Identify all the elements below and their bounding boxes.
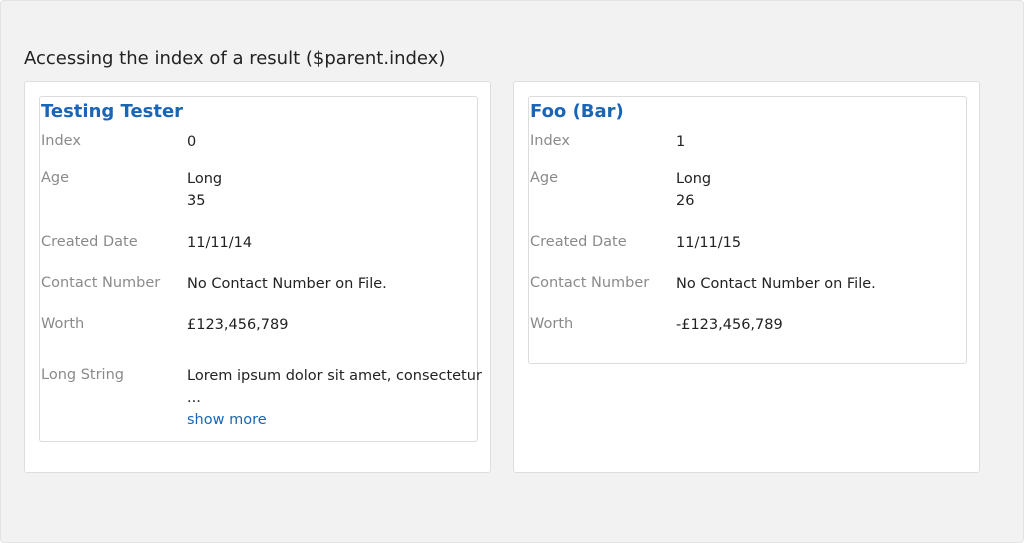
contact-number-value: No Contact Number on File. — [676, 276, 876, 292]
index-label: Index — [530, 133, 570, 149]
worth-label: Worth — [41, 316, 85, 332]
index-value: 1 — [676, 134, 686, 150]
long-string-text: Lorem ipsum dolor sit amet, consectetur — [187, 368, 482, 384]
result-title-link-0[interactable]: Testing Tester — [41, 101, 183, 122]
long-string-ellipsis: ... — [187, 390, 201, 406]
worth-value: -£123,456,789 — [676, 317, 783, 333]
contact-number-label: Contact Number — [41, 275, 161, 291]
result-title-link-1[interactable]: Foo (Bar) — [530, 101, 624, 122]
age-value: Long 26 — [676, 168, 711, 212]
long-string-value: Lorem ipsum dolor sit amet, consectetur … — [187, 365, 482, 409]
age-type: Long — [187, 171, 223, 187]
worth-label: Worth — [530, 316, 574, 332]
created-date-value: 11/11/14 — [187, 235, 253, 251]
age-number: 26 — [676, 193, 695, 209]
age-label: Age — [41, 170, 70, 186]
age-number: 35 — [187, 193, 206, 209]
index-label: Index — [41, 133, 81, 149]
contact-number-label: Contact Number — [530, 275, 650, 291]
index-value: 0 — [187, 134, 197, 150]
created-date-label: Created Date — [530, 234, 627, 250]
created-date-label: Created Date — [41, 234, 138, 250]
result-card-0: Testing Tester Index 0 Age Long 35 Creat… — [24, 81, 491, 473]
contact-number-value: No Contact Number on File. — [187, 276, 387, 292]
result-detail-panel-1: Foo (Bar) Index 1 Age Long 26 Created Da… — [528, 96, 967, 364]
long-string-label: Long String — [41, 367, 124, 383]
age-label: Age — [530, 170, 559, 186]
age-type: Long — [676, 171, 712, 187]
worth-value: £123,456,789 — [187, 317, 289, 333]
show-more-link[interactable]: show more — [187, 412, 267, 428]
page-container: Accessing the index of a result ($parent… — [0, 0, 1024, 543]
age-value: Long 35 — [187, 168, 222, 212]
result-detail-panel-0: Testing Tester Index 0 Age Long 35 Creat… — [39, 96, 482, 442]
page-title: Accessing the index of a result ($parent… — [24, 48, 446, 69]
result-card-1: Foo (Bar) Index 1 Age Long 26 Created Da… — [513, 81, 980, 473]
created-date-value: 11/11/15 — [676, 235, 742, 251]
